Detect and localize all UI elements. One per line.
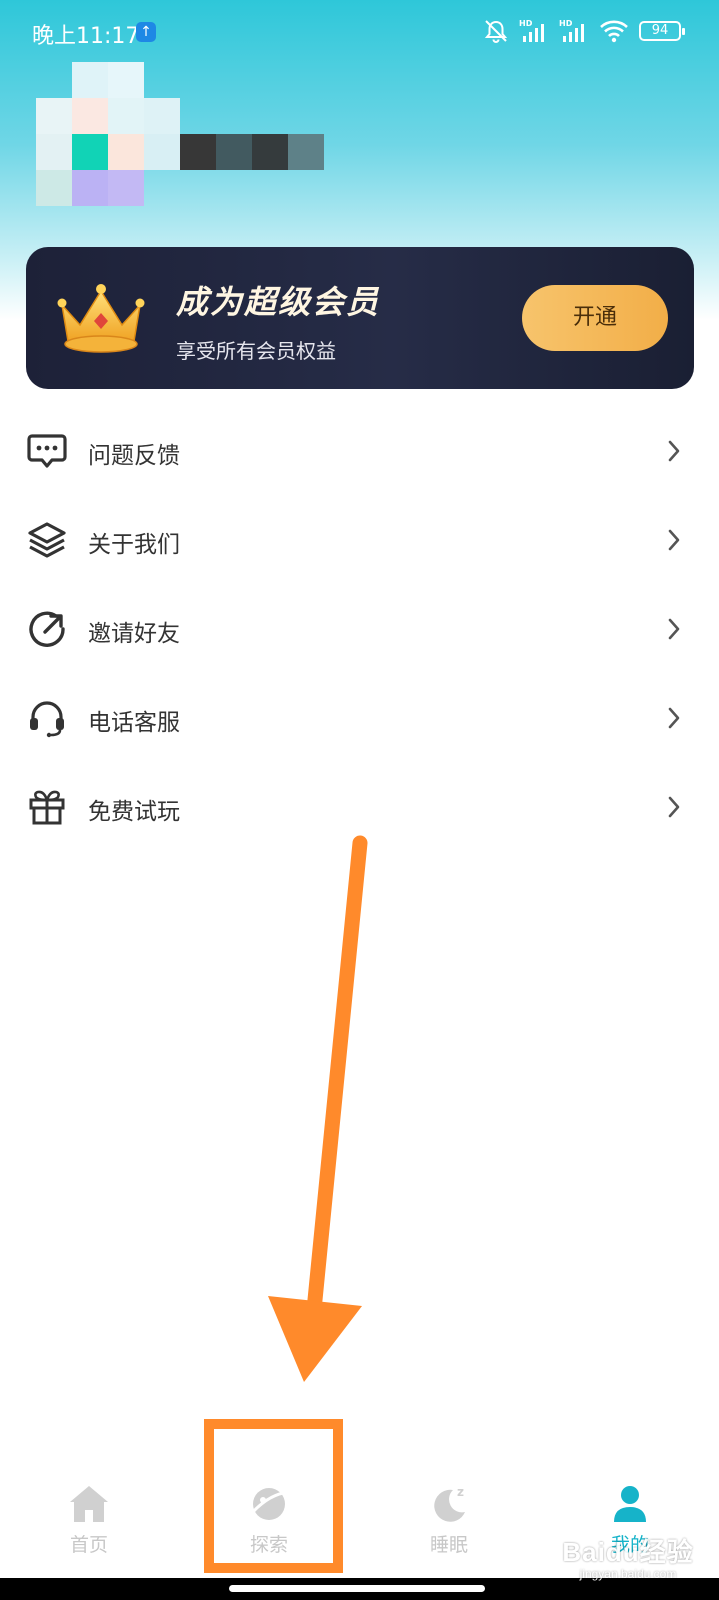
hd-signal-icon: HD: [519, 19, 544, 42]
gift-icon: [29, 790, 65, 825]
wifi-icon: [600, 20, 628, 43]
feedback-chat-icon: [27, 434, 67, 468]
nav-tab-sleep[interactable]: z 睡眠: [389, 1468, 509, 1578]
menu-label-feedback: 问题反馈: [88, 443, 180, 469]
menu-item-feedback[interactable]: 问题反馈: [0, 406, 719, 495]
chevron-right-icon: [668, 796, 680, 818]
battery-icon: 94: [639, 21, 685, 41]
layers-icon: [28, 522, 66, 558]
nav-label-home: 首页: [69, 1534, 108, 1556]
settings-menu: 问题反馈 关于我们 邀请好友 电话客服 免费试玩: [0, 406, 719, 851]
vip-banner[interactable]: 成为超级会员 享受所有会员权益 开通: [26, 247, 694, 389]
home-icon: [70, 1486, 108, 1522]
menu-item-invite-friends[interactable]: 邀请好友: [0, 584, 719, 673]
username-pixelated: [180, 134, 216, 170]
vip-subtitle: 享受所有会员权益: [176, 339, 336, 363]
user-icon: [614, 1486, 646, 1522]
avatar[interactable]: [0, 60, 360, 208]
menu-label-phone-support: 电话客服: [88, 710, 180, 736]
chevron-right-icon: [668, 440, 680, 462]
moon-sleep-icon: z: [434, 1485, 465, 1522]
crown-icon: [57, 284, 145, 353]
menu-label-free-trial: 免费试玩: [88, 799, 180, 825]
explore-planet-icon: [249, 1488, 290, 1520]
svg-text:HD: HD: [559, 19, 573, 28]
chevron-right-icon: [668, 707, 680, 729]
hd-signal-icon-2: HD: [559, 19, 584, 42]
svg-text:HD: HD: [519, 19, 533, 28]
status-time: 晚上11:17: [32, 24, 140, 49]
activate-vip-button[interactable]: 开通: [522, 285, 668, 351]
nav-label-sleep: 睡眠: [429, 1534, 468, 1556]
menu-label-invite-friends: 邀请好友: [88, 621, 180, 647]
menu-item-about-us[interactable]: 关于我们: [0, 495, 719, 584]
headset-icon: [30, 701, 64, 738]
nav-tab-explore[interactable]: 探索: [209, 1468, 329, 1578]
nav-label-explore: 探索: [249, 1534, 288, 1556]
share-circle-arrow-icon: [29, 611, 65, 647]
bell-off-icon: [484, 20, 508, 43]
upload-indicator-icon: ↑: [136, 22, 156, 42]
menu-label-about-us: 关于我们: [88, 532, 180, 558]
chevron-right-icon: [668, 618, 680, 640]
chevron-right-icon: [668, 529, 680, 551]
status-icons: HD HD 94: [483, 16, 685, 46]
vip-title: 成为超级会员: [176, 283, 381, 321]
status-bar: 晚上11:17 ↑ HD HD 94: [0, 0, 719, 64]
nav-label-mine: 我的: [610, 1534, 649, 1556]
home-indicator[interactable]: [229, 1585, 485, 1592]
menu-item-phone-support[interactable]: 电话客服: [0, 673, 719, 762]
nav-tab-home[interactable]: 首页: [29, 1468, 149, 1578]
bottom-nav: 首页 探索 z 睡眠 我的: [0, 1468, 719, 1578]
nav-tab-mine[interactable]: 我的: [570, 1468, 690, 1578]
svg-text:z: z: [457, 1485, 464, 1499]
menu-item-free-trial[interactable]: 免费试玩: [0, 762, 719, 851]
